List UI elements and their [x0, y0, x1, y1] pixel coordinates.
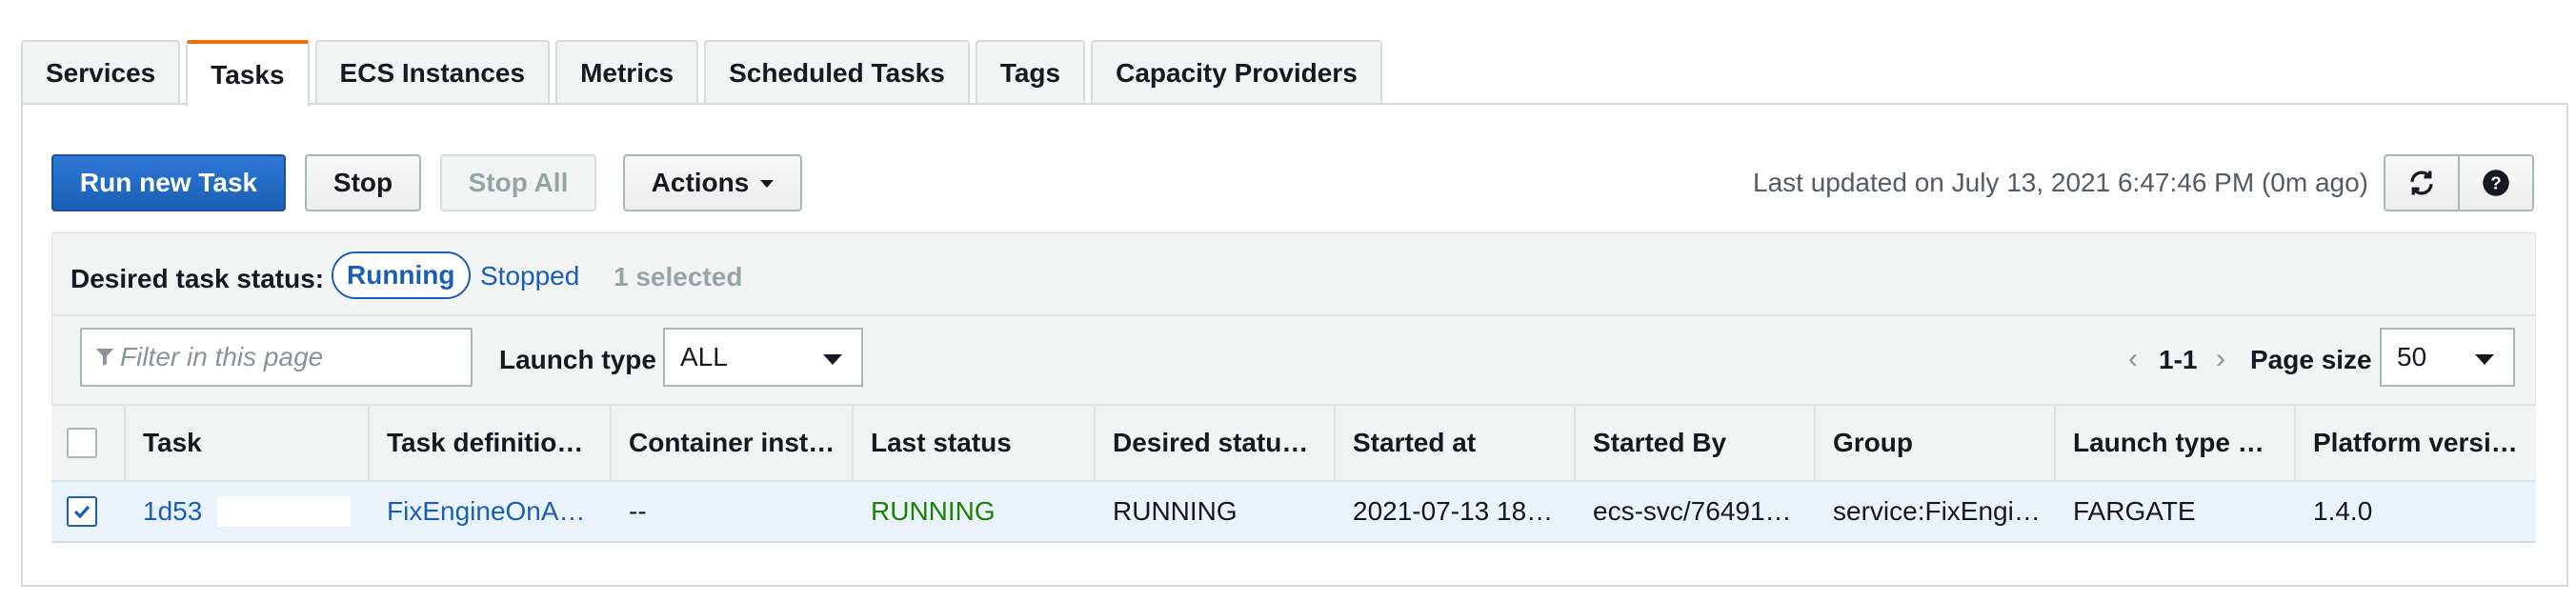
container-instance-cell: -- — [629, 496, 647, 526]
started-by-cell: ecs-svc/76491… — [1593, 496, 1792, 526]
status-stopped-filter[interactable]: Stopped — [480, 261, 579, 291]
tab-capacity-providers[interactable]: Capacity Providers — [1091, 40, 1382, 105]
status-running-filter[interactable]: Running — [332, 251, 471, 299]
table-header: Task Task definitio… Container inst… Las… — [51, 404, 2536, 482]
started-at-cell: 2021-07-13 18… — [1353, 496, 1554, 526]
stop-button[interactable]: Stop — [305, 154, 421, 211]
column-header[interactable]: Container inst… — [612, 406, 854, 480]
tab-bar: Services Tasks ECS Instances Metrics Sch… — [21, 40, 1388, 107]
help-icon: ? — [2483, 170, 2509, 196]
tab-tasks[interactable]: Tasks — [186, 40, 310, 107]
checkmark-icon — [73, 505, 91, 519]
tab-metrics[interactable]: Metrics — [555, 40, 699, 105]
tab-scheduled-tasks[interactable]: Scheduled Tasks — [704, 40, 970, 105]
column-header[interactable]: Task — [126, 406, 370, 480]
select-all-checkbox[interactable] — [67, 428, 97, 458]
svg-text:?: ? — [2490, 172, 2501, 192]
select-all-cell — [51, 406, 126, 480]
filter-input[interactable]: Filter in this page — [80, 328, 473, 387]
launch-type-value: ALL — [680, 342, 728, 371]
redacted-block — [217, 496, 352, 527]
launch-type-select[interactable]: ALL — [663, 328, 863, 387]
selected-count: 1 selected — [614, 262, 743, 291]
table-row[interactable]: 1d53 FixEngineOnA… -- RUNNING RUNNING 20… — [51, 482, 2536, 543]
launch-type-label: Launch type — [499, 345, 656, 374]
refresh-icon — [2410, 171, 2433, 195]
last-updated-text: Last updated on July 13, 2021 6:47:46 PM… — [1753, 168, 2368, 197]
page-size-value: 50 — [2397, 342, 2427, 371]
column-header[interactable]: Launch type … — [2056, 406, 2296, 480]
run-new-task-button[interactable]: Run new Task — [51, 154, 286, 211]
actions-label: Actions — [651, 168, 750, 197]
column-header[interactable]: Platform versi… — [2296, 406, 2536, 480]
tab-ecs-instances[interactable]: ECS Instances — [314, 40, 551, 105]
dropdown-arrow-icon — [823, 354, 842, 365]
help-button[interactable]: ? — [2458, 154, 2534, 211]
next-page-icon[interactable]: › — [2216, 343, 2225, 375]
task-id: 1d53 — [143, 496, 203, 526]
row-select-cell — [51, 482, 126, 541]
tab-services[interactable]: Services — [21, 40, 181, 105]
desired-status-cell: RUNNING — [1113, 496, 1238, 526]
column-header[interactable]: Started at — [1336, 406, 1576, 480]
filter-icon — [96, 349, 113, 366]
column-header[interactable]: Group — [1816, 406, 2056, 480]
caret-down-icon — [760, 180, 775, 188]
column-header[interactable]: Started By — [1576, 406, 1816, 480]
dropdown-arrow-icon — [2475, 354, 2494, 365]
tab-tags[interactable]: Tags — [975, 40, 1086, 105]
column-header[interactable]: Task definitio… — [370, 406, 612, 480]
prev-page-icon[interactable]: ‹ — [2128, 343, 2138, 375]
last-status-cell: RUNNING — [871, 496, 996, 526]
desired-task-status-label: Desired task status: — [70, 264, 325, 293]
row-checkbox[interactable] — [67, 496, 97, 527]
stop-all-button[interactable]: Stop All — [440, 154, 596, 211]
launch-type-cell: FARGATE — [2073, 496, 2196, 526]
actions-button[interactable]: Actions — [623, 154, 802, 211]
divider — [51, 314, 2536, 316]
group-cell: service:FixEngi… — [1833, 496, 2041, 526]
column-header[interactable]: Last status — [854, 406, 1096, 480]
refresh-button[interactable] — [2384, 154, 2460, 211]
page-size-label: Page size — [2250, 345, 2372, 374]
pagination-range: 1-1 — [2159, 345, 2198, 374]
task-id-link[interactable]: 1d53 — [126, 482, 370, 541]
page-size-select[interactable]: 50 — [2380, 328, 2515, 387]
task-definition-link[interactable]: FixEngineOnA… — [370, 482, 612, 541]
platform-version-cell: 1.4.0 — [2313, 496, 2373, 526]
column-header[interactable]: Desired statu… — [1096, 406, 1336, 480]
